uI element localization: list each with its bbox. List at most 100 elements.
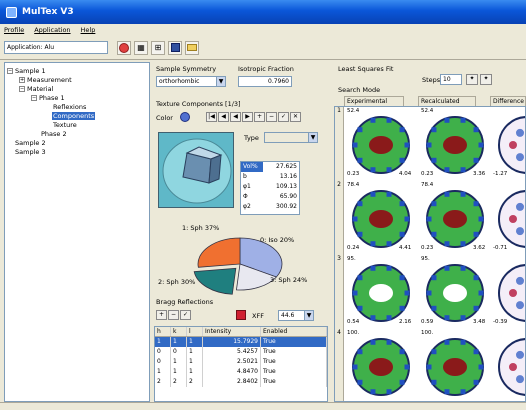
color-swatch[interactable] [180,112,190,122]
pole-figure[interactable]: -0.39 [491,255,525,331]
pole-figure[interactable]: 95. 0.54 2.16 [345,255,421,331]
steps-input[interactable]: 10 [440,74,462,85]
pole-figure-br-label: 3.62 [473,245,486,251]
fit-step-button[interactable]: ✦ [466,74,478,85]
first-icon[interactable]: |◀ [206,112,217,122]
pole-figure[interactable] [491,329,525,401]
play-icon[interactable]: ▶ [242,112,253,122]
settings-button[interactable]: ▦ [134,40,148,55]
table-row[interactable]: 1 1 1 4.8470 True [155,367,327,377]
confirm-icon[interactable]: ✓ [180,310,191,320]
pole-figure[interactable]: 100. [345,329,421,401]
collapse-icon[interactable]: − [19,86,25,92]
sample-symmetry-select[interactable]: orthorhombic ▼ [156,76,226,87]
table-header: h k l Intensity Enabled [155,327,327,337]
isotropic-fraction-input[interactable]: 0.7960 [238,76,292,87]
play-back-icon[interactable]: ◀ [230,112,241,122]
pole-figure-plot [426,338,484,396]
menu-help[interactable]: Help [81,26,96,34]
pole-figure-top-label: 100. [347,330,360,336]
pole-figure[interactable]: 78.4 0.23 3.62 [419,181,495,257]
stop-icon [119,42,129,53]
menu-bar: Profile Application Help [0,24,526,36]
tree-item-components[interactable]: Components [52,112,96,120]
open-button[interactable] [185,40,199,55]
row-number: 4 [335,329,344,401]
confirm-icon[interactable]: ✓ [278,112,289,122]
pole-figure[interactable]: -1.27 [491,107,525,183]
folder-icon [187,44,197,51]
collapse-icon[interactable]: − [31,95,37,101]
table-row[interactable]: Vol% 27.625 [241,162,299,172]
pole-figure-plot [426,116,484,174]
sample-symmetry-label: Sample Symmetry [156,65,217,73]
table-row[interactable]: 0 0 1 5.4257 True [155,347,327,357]
table-row[interactable]: φ2 300.92 [241,202,299,212]
window-title: MulTex V3 [22,7,74,17]
tree-item-measurement[interactable]: + Measurement [19,76,72,84]
close-application-button[interactable] [117,40,131,55]
table-row[interactable]: Φ 65.90 [241,192,299,202]
pie-label-2: 2: Sph 30% [158,278,196,286]
application-field[interactable]: Application: Alu [4,41,108,54]
column-header-recalculated: Recalculated [418,96,476,106]
pie-slice[interactable] [193,267,237,295]
pole-figure-bl-label: 0.59 [421,319,434,325]
pie-label-1: 1: Sph 37% [182,224,220,232]
pole-figure[interactable]: 52.4 0.23 4.04 [345,107,421,183]
menu-profile[interactable]: Profile [4,26,24,34]
type-label: Type [244,134,259,142]
export-button[interactable]: ⊞ [151,40,165,55]
remove-icon[interactable]: − [168,310,179,320]
pole-figure-bl-label: 0.54 [347,319,360,325]
add-icon[interactable]: + [156,310,167,320]
xff-select[interactable]: 44.6 ▼ [278,310,314,321]
pole-figure-br-label: 3.48 [473,319,486,325]
pole-figure[interactable]: 95. 0.59 3.48 [419,255,495,331]
table-row[interactable]: 1 1 1 15.7929 True [155,337,327,347]
steps-label: Steps [422,76,441,84]
tree-item-phase-2[interactable]: Phase 2 [41,130,67,138]
pole-figure[interactable]: -0.71 [491,181,525,257]
pole-figure-top-label: 100. [421,330,434,336]
tree-item-reflexions[interactable]: Reflexions [53,103,86,111]
fit-run-button[interactable]: ✦ [480,74,492,85]
expand-icon[interactable]: + [19,77,25,83]
cancel-icon[interactable]: ✕ [290,112,301,122]
add-icon[interactable]: + [254,112,265,122]
pie-slice[interactable] [197,237,241,268]
table-row[interactable]: 2 2 2 2.8402 True [155,377,327,387]
color-swatch[interactable] [236,310,246,320]
application-window: MulTex V3 Profile Application Help Appli… [0,0,526,410]
pole-figure[interactable]: 52.4 0.23 3.36 [419,107,495,183]
pole-figure-plot [352,190,410,248]
remove-icon[interactable]: − [266,112,277,122]
pole-figure-plot [498,264,525,322]
search-mode-label: Search Mode [338,86,381,94]
pole-figure-plot [426,264,484,322]
table-row[interactable]: 0 1 1 2.5021 True [155,357,327,367]
title-bar[interactable]: MulTex V3 [0,0,526,24]
pole-figure-bl-label: -0.39 [493,319,508,325]
tree-item-sample-2[interactable]: Sample 2 [15,139,46,147]
tree-item-sample-3[interactable]: Sample 3 [15,148,46,156]
pole-figure[interactable]: 78.4 0.24 4.41 [345,181,421,257]
tree-item-material[interactable]: − Material [19,85,53,93]
collapse-icon[interactable]: − [7,68,13,74]
table-row[interactable]: b 13.16 [241,172,299,182]
table-row[interactable]: φ1 109.13 [241,182,299,192]
tree-item-phase-1[interactable]: − Phase 1 [31,94,65,102]
save-button[interactable] [168,40,182,55]
pole-figure-top-label: 78.4 [421,182,434,188]
euler-angles-table: Vol% 27.625 b 13.16 φ1 109.13 Φ 65.90 φ2 300.… [240,161,300,215]
pole-figure-br-label: 2.16 [399,319,412,325]
tree-item-texture[interactable]: Texture [53,121,77,129]
component-panel: Sample Symmetry orthorhombic ▼ Isotropic … [154,62,330,402]
tree-item-sample-1[interactable]: − Sample 1 [7,67,46,75]
chevron-down-icon: ▼ [216,77,225,86]
pie-label-3: 3: Sph 24% [270,276,308,284]
pole-figure[interactable]: 100. [419,329,495,401]
previous-icon[interactable]: ◀ [218,112,229,122]
menu-application[interactable]: Application [34,26,70,34]
type-select[interactable]: ▼ [264,132,318,143]
